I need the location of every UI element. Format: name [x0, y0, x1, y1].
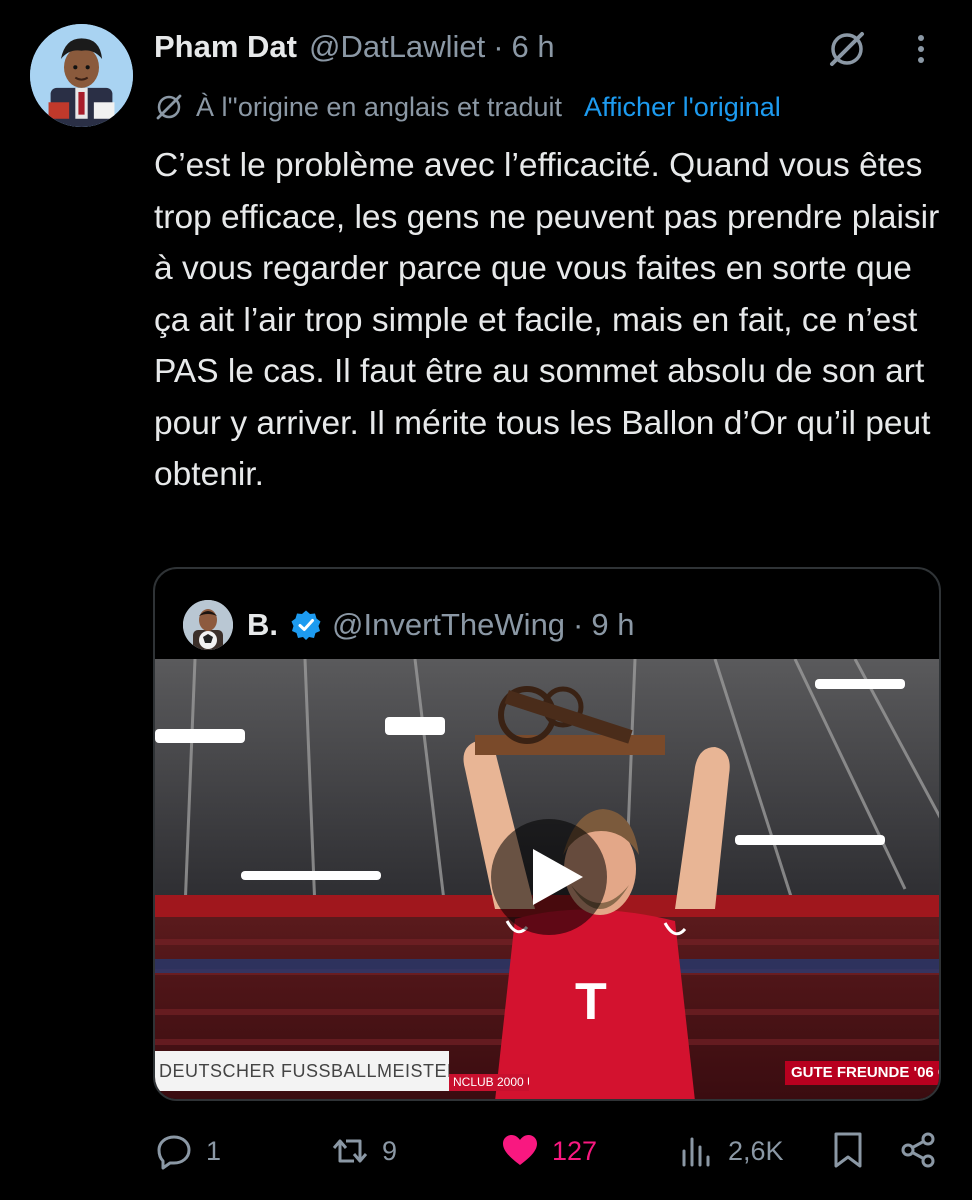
views-button[interactable]: 2,6K [676, 1126, 784, 1176]
svg-text:T: T [575, 973, 607, 1031]
quoted-tweet[interactable]: B. @InvertTheWing · 9 h T DEUTSCHER FUSS… [153, 567, 941, 1101]
translate-icon [156, 94, 182, 120]
author-avatar[interactable] [30, 24, 133, 127]
quoted-video-thumbnail[interactable]: T DEUTSCHER FUSSBALLMEISTER 2026 NCLUB 2… [155, 659, 939, 1099]
author-handle[interactable]: @DatLawliet [309, 29, 485, 65]
quoted-tweet-time[interactable]: 9 h [591, 607, 634, 643]
tweet-text: C’est le problème avec l’efficacité. Qua… [154, 147, 940, 493]
translation-note: À l''origine en anglais et traduit [196, 91, 563, 122]
reply-icon [157, 1135, 191, 1170]
banner-right: GUTE FREUNDE '06 GLA [785, 1061, 939, 1085]
repost-count: 9 [382, 1135, 398, 1166]
separator-dot: · [493, 29, 504, 64]
tweet-time[interactable]: 6 h [512, 29, 555, 65]
quoted-author-handle[interactable]: @InvertTheWing [332, 607, 565, 643]
verified-badge-icon [291, 610, 321, 640]
quoted-separator-dot: · [573, 607, 584, 642]
quoted-author-name[interactable]: B. [247, 607, 278, 643]
heart-icon [503, 1135, 537, 1165]
repost-button[interactable]: 9 [330, 1126, 397, 1176]
share-icon[interactable] [898, 1130, 938, 1170]
view-count: 2,6K [728, 1135, 784, 1166]
like-count: 127 [552, 1135, 598, 1166]
grok-icon[interactable] [826, 28, 868, 70]
translation-row: À l''origine en anglais et traduit Affic… [154, 86, 781, 128]
repost-icon [332, 1139, 368, 1163]
play-icon [533, 849, 583, 905]
quoted-tweet-header: B. @InvertTheWing · 9 h [183, 600, 634, 650]
bookmark-icon[interactable] [828, 1130, 868, 1170]
views-icon [682, 1137, 710, 1167]
show-original-link[interactable]: Afficher l'original [584, 92, 781, 123]
reply-button[interactable]: 1 [154, 1126, 221, 1176]
quoted-author-avatar[interactable] [183, 600, 233, 650]
reply-count: 1 [206, 1135, 222, 1166]
more-options-icon[interactable] [906, 30, 936, 68]
tweet-header: Pham Dat @DatLawliet · 6 h [154, 26, 555, 68]
author-name[interactable]: Pham Dat [154, 29, 297, 65]
action-bar: 1 9 127 2,6K [0, 1126, 972, 1176]
like-button[interactable]: 127 [500, 1126, 597, 1176]
banner-left: DEUTSCHER FUSSBALLMEISTER 2026 [155, 1051, 449, 1091]
banner-left-sub: NCLUB 2000 UFG [449, 1074, 529, 1091]
play-button[interactable] [491, 819, 607, 935]
